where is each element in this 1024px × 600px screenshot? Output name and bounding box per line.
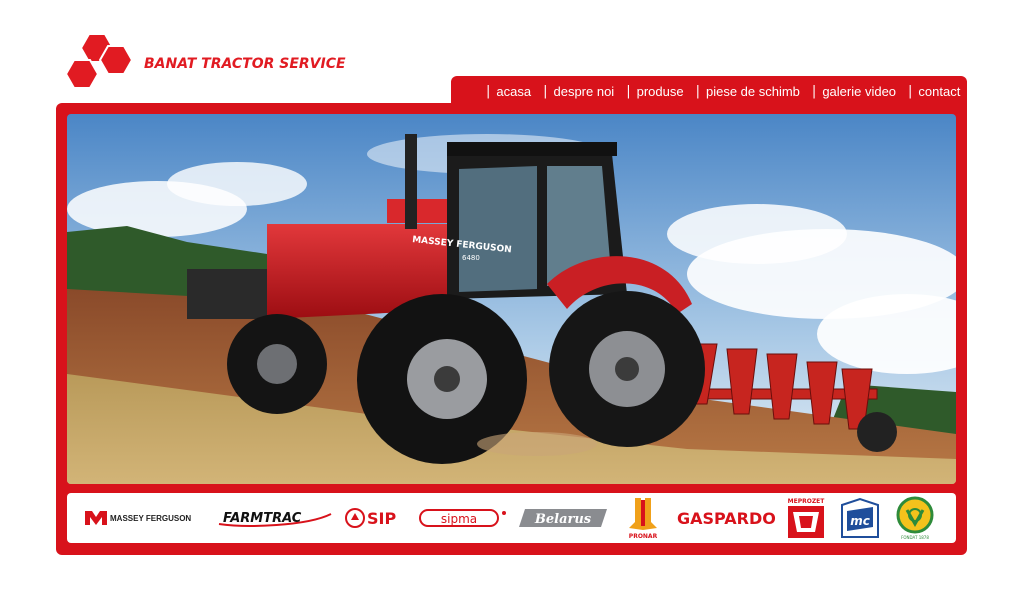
tractor-illustration: MASSEY FERGUSON 6480 <box>67 114 956 484</box>
nav-item-acasa[interactable]: acasa <box>496 84 537 99</box>
site-logo[interactable]: BANAT TRACTOR SERVICE <box>64 32 346 94</box>
nav-item-produse[interactable]: produse <box>637 84 690 99</box>
massey-ferguson-logo-icon <box>85 511 107 525</box>
meprozet-logo-icon: MEPROZET <box>788 498 826 538</box>
partner-meprozet[interactable]: MEPROZET <box>785 493 829 543</box>
partner-belarus[interactable]: Belarus <box>519 493 609 543</box>
tractor-number-text: 6480 <box>462 254 480 262</box>
partner-massey-ferguson[interactable]: MASSEY FERGUSON <box>85 493 211 543</box>
partner-sipma[interactable]: sipma <box>419 493 511 543</box>
partner-name: sipma <box>441 512 477 526</box>
nav-item-contact[interactable]: contact <box>918 84 966 99</box>
partner-pronar[interactable]: PRONAR <box>623 493 663 543</box>
sip-logo-icon <box>345 508 365 528</box>
nav-item-galerie-video[interactable]: galerie video <box>822 84 902 99</box>
hero-image: MASSEY FERGUSON 6480 <box>67 114 956 484</box>
partner-mc[interactable]: mc <box>839 493 883 543</box>
belarus-logo-icon: Belarus <box>519 509 607 527</box>
hexagon-logo-icon <box>64 33 134 89</box>
main-nav: | acasa | despre noi | produse | piese d… <box>486 84 966 99</box>
sipma-logo-icon: sipma <box>419 509 506 527</box>
partner-name: FONDAT 1878 <box>901 535 929 540</box>
partner-gaspardo[interactable]: GASPARDO <box>677 493 777 543</box>
farmtrac-logo-icon: FARMTRAC <box>218 511 332 527</box>
partner-name: mc <box>850 514 870 528</box>
nav-item-piese-de-schimb[interactable]: piese de schimb <box>706 84 806 99</box>
partner-name: MASSEY FERGUSON <box>110 513 192 523</box>
partner-name: FARMTRAC <box>223 511 302 526</box>
partner-name: GASPARDO <box>677 508 776 528</box>
nav-separator: | <box>543 84 548 99</box>
mc-logo-icon: mc <box>841 497 879 538</box>
pronar-logo-icon: PRONAR <box>629 498 658 540</box>
partner-name: MEPROZET <box>788 498 826 505</box>
partner-sip[interactable]: SIP <box>345 493 409 543</box>
nav-item-despre-noi[interactable]: despre noi <box>553 84 620 99</box>
partner-name: SIP <box>367 508 397 528</box>
nav-separator: | <box>626 84 631 99</box>
partner-logos-bar: MASSEY FERGUSON FARMTRAC SIP sipma Belar… <box>67 493 956 543</box>
brand-name: BANAT TRACTOR SERVICE <box>144 56 346 72</box>
partner-name: Belarus <box>534 512 592 527</box>
nav-separator: | <box>811 84 817 99</box>
vogel-logo-icon: FONDAT 1878 <box>896 496 934 540</box>
partner-farmtrac[interactable]: FARMTRAC <box>217 493 337 543</box>
nav-separator: | <box>908 84 913 99</box>
nav-separator: | <box>695 84 700 99</box>
partner-vogel[interactable]: FONDAT 1878 <box>895 493 937 543</box>
nav-separator: | <box>486 84 491 99</box>
partner-name: PRONAR <box>629 533 658 540</box>
